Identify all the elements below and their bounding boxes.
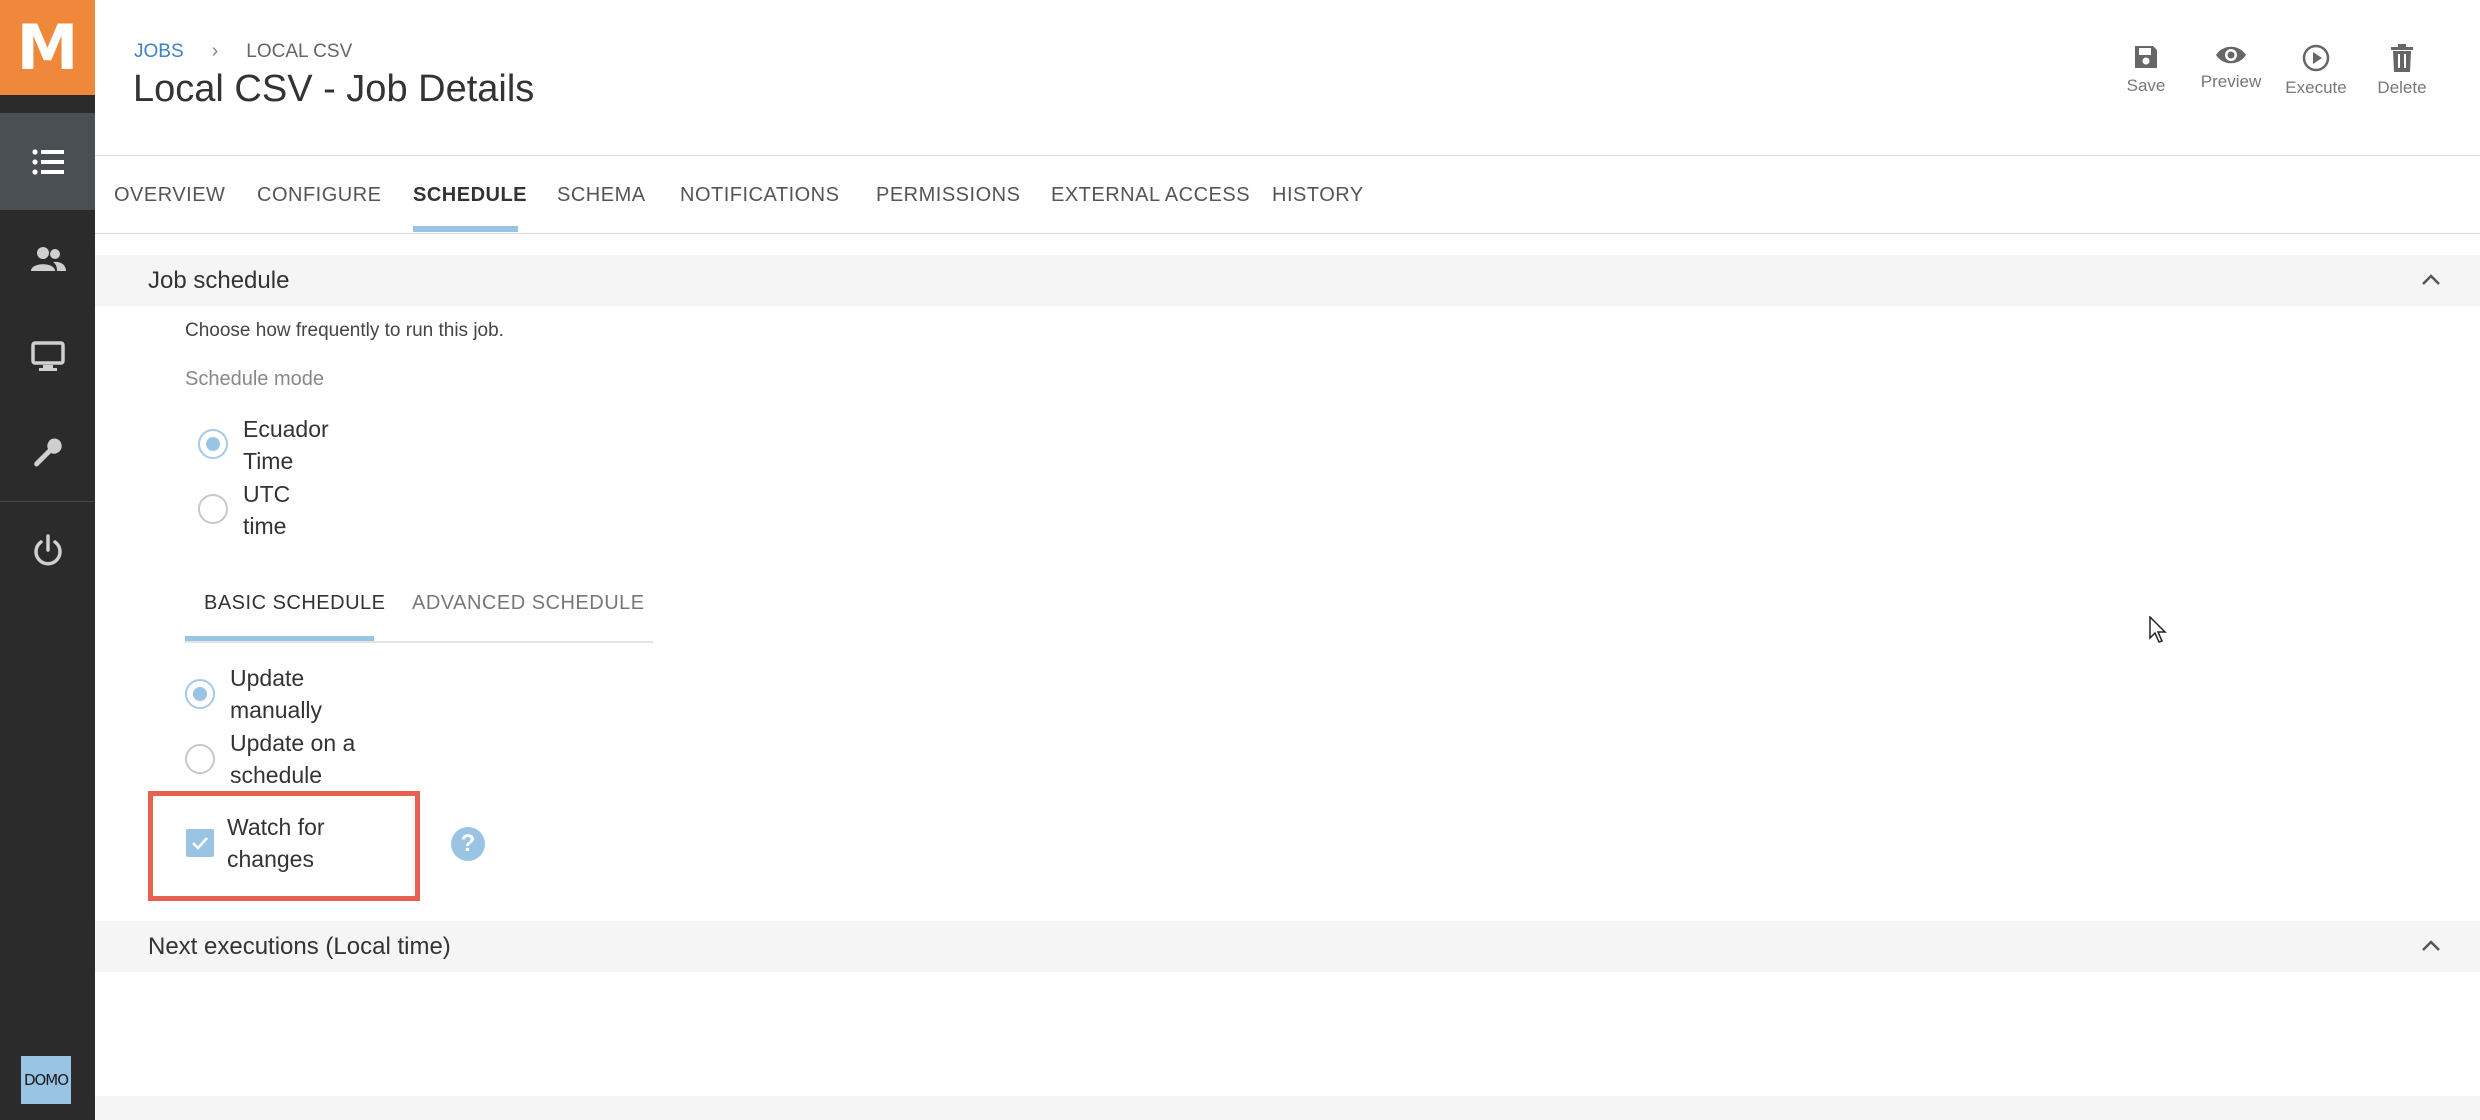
radio-ecuador-time[interactable] xyxy=(198,429,228,459)
ecuador-time-label[interactable]: Ecuador Time xyxy=(243,413,329,477)
update-manually-label-line2: manually xyxy=(230,697,323,723)
mouse-cursor-icon xyxy=(2149,616,2167,643)
tab-external-access[interactable]: EXTERNAL ACCESS xyxy=(1051,184,1250,207)
domo-logo-text: DOMO xyxy=(23,1071,69,1089)
watch-for-changes-checkbox[interactable] xyxy=(186,829,214,857)
tabs-divider xyxy=(95,233,2480,234)
tab-basic-schedule[interactable]: BASIC SCHEDULE xyxy=(204,592,386,615)
eye-icon xyxy=(2216,46,2246,64)
logo-letter: M xyxy=(16,11,79,84)
tab-configure[interactable]: CONFIGURE xyxy=(257,184,382,207)
update-manually-label-line1: Update xyxy=(230,665,305,691)
help-icon[interactable]: ? xyxy=(451,827,485,861)
watch-for-changes-label-line2: changes xyxy=(227,846,314,872)
job-schedule-header[interactable]: Job schedule xyxy=(95,255,2480,306)
schedule-hint: Choose how frequently to run this job. xyxy=(185,320,504,341)
users-icon xyxy=(30,246,66,271)
delete-label: Delete xyxy=(2377,78,2427,97)
utc-time-label[interactable]: UTC time xyxy=(243,478,290,542)
save-button[interactable]: Save xyxy=(2101,44,2191,96)
domo-logo[interactable]: DOMO xyxy=(21,1056,71,1104)
update-on-schedule-label[interactable]: Update on a schedule xyxy=(230,727,355,791)
sidebar-item-jobs[interactable] xyxy=(0,113,95,210)
tab-notifications[interactable]: NOTIFICATIONS xyxy=(680,184,839,207)
preview-button[interactable]: Preview xyxy=(2186,44,2276,92)
trash-icon xyxy=(2391,44,2413,72)
play-circle-icon xyxy=(2302,44,2330,72)
list-icon xyxy=(31,148,64,175)
tab-permissions[interactable]: PERMISSIONS xyxy=(876,184,1020,207)
sidebar-item-logout[interactable] xyxy=(0,502,95,599)
update-manually-label[interactable]: Update manually xyxy=(230,662,322,726)
radio-utc-time[interactable] xyxy=(198,494,228,524)
wrench-icon xyxy=(33,438,62,467)
chevron-up-icon[interactable] xyxy=(2420,269,2442,291)
update-on-schedule-label-line2: schedule xyxy=(230,762,323,788)
tab-bar: OVERVIEW CONFIGURE SCHEDULE SCHEMA NOTIF… xyxy=(95,156,2480,234)
save-icon xyxy=(2135,46,2157,68)
monitor-icon xyxy=(30,340,65,371)
update-on-schedule-label-line1: Update on a xyxy=(230,730,356,756)
breadcrumb: JOBS › LOCAL CSV xyxy=(134,40,352,63)
breadcrumb-jobs-link[interactable]: JOBS xyxy=(134,41,184,63)
utc-time-label-line1: UTC xyxy=(243,481,291,507)
job-schedule-title: Job schedule xyxy=(148,267,290,294)
preview-label: Preview xyxy=(2200,72,2262,91)
next-executions-title: Next executions (Local time) xyxy=(148,933,451,960)
breadcrumb-current: LOCAL CSV xyxy=(246,40,353,62)
page-title: Local CSV - Job Details xyxy=(133,68,535,110)
utc-time-label-line2: time xyxy=(243,513,287,539)
tab-schema[interactable]: SCHEMA xyxy=(557,184,646,207)
chevron-right-icon: › xyxy=(211,40,219,62)
sidebar-item-tools[interactable] xyxy=(0,404,95,501)
execute-label: Execute xyxy=(2285,78,2347,97)
checkmark-icon xyxy=(192,837,208,850)
radio-update-manually[interactable] xyxy=(185,679,215,709)
ecuador-time-label-line2: Time xyxy=(243,448,294,474)
sidebar-item-devices[interactable] xyxy=(0,307,95,404)
app-logo[interactable]: M xyxy=(0,0,95,95)
chevron-up-icon[interactable] xyxy=(2420,935,2442,957)
ecuador-time-label-line1: Ecuador xyxy=(243,416,329,442)
power-icon xyxy=(33,533,62,565)
radio-update-on-schedule[interactable] xyxy=(185,744,215,774)
sidebar-item-users[interactable] xyxy=(0,210,95,307)
execute-button[interactable]: Execute xyxy=(2271,44,2361,98)
save-label: Save xyxy=(2126,76,2166,95)
active-subtab-indicator xyxy=(185,636,374,641)
sidebar: M DOMO xyxy=(0,0,95,1120)
watch-for-changes-label[interactable]: Watch for changes xyxy=(227,811,325,875)
schedule-mode-label: Schedule mode xyxy=(185,368,324,390)
tab-advanced-schedule[interactable]: ADVANCED SCHEDULE xyxy=(412,592,645,615)
tab-history[interactable]: HISTORY xyxy=(1272,184,1364,207)
watch-for-changes-label-line1: Watch for xyxy=(227,814,325,840)
tab-schedule[interactable]: SCHEDULE xyxy=(413,184,527,207)
active-tab-indicator xyxy=(413,226,518,232)
delete-button[interactable]: Delete xyxy=(2357,44,2447,98)
footer-strip xyxy=(95,1096,2480,1120)
tab-overview[interactable]: OVERVIEW xyxy=(114,184,225,207)
next-executions-header[interactable]: Next executions (Local time) xyxy=(95,921,2480,972)
subtabs-divider xyxy=(185,641,653,643)
